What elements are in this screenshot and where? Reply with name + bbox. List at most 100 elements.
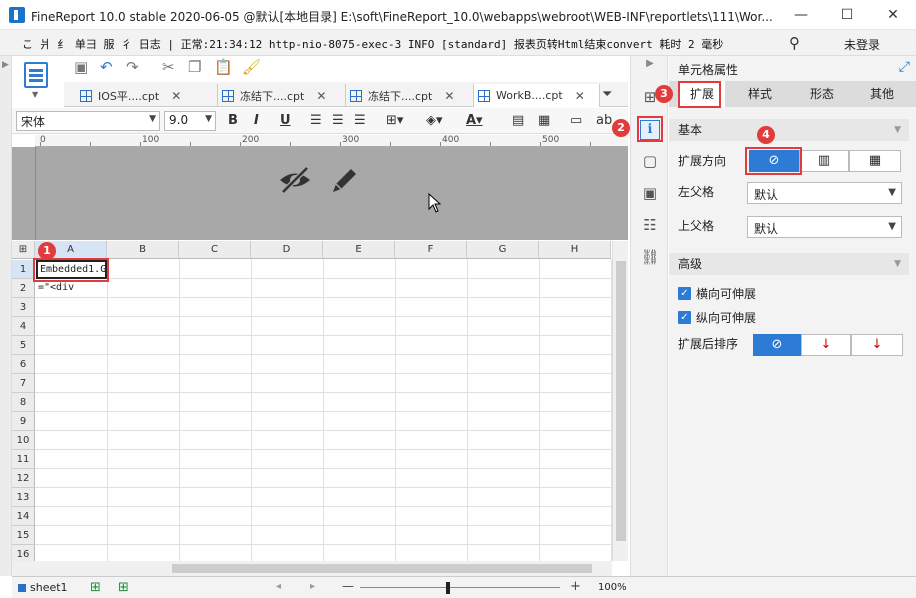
fill-color-icon[interactable]: ◈▾ xyxy=(426,113,443,128)
font-color-icon[interactable]: A▾ xyxy=(466,113,483,128)
tab-form[interactable]: 形态 xyxy=(799,81,845,107)
tab-other[interactable]: 其他 xyxy=(859,81,905,107)
row-header[interactable]: 16 xyxy=(12,545,35,561)
tab-3[interactable]: 冻结下....cpt ✕ xyxy=(346,84,474,107)
align-right-icon[interactable]: ☰ xyxy=(354,113,366,128)
row-header[interactable]: 13 xyxy=(12,488,35,507)
tab-close-icon[interactable]: ✕ xyxy=(444,89,454,103)
save-icon[interactable]: ▣ xyxy=(74,58,88,76)
row-header[interactable]: 3 xyxy=(12,298,35,317)
tab-4-active[interactable]: WorkB....cpt ✕ xyxy=(474,84,600,107)
row-header[interactable]: 14 xyxy=(12,507,35,526)
row-header[interactable]: 9 xyxy=(12,412,35,431)
unmerge-cells-icon[interactable]: ▦ xyxy=(538,113,550,128)
chevron-down-icon[interactable]: ▼ xyxy=(32,90,38,99)
tab-close-icon[interactable]: ✕ xyxy=(575,89,585,103)
column-header-h[interactable]: H xyxy=(539,241,611,259)
close-window-button[interactable]: ✕ xyxy=(870,0,916,30)
widget-icon[interactable]: ▢ xyxy=(640,152,660,172)
align-left-icon[interactable]: ☰ xyxy=(310,113,322,128)
zoom-slider-handle[interactable] xyxy=(446,582,450,594)
design-preview-area[interactable] xyxy=(12,147,628,240)
left-collapse-strip[interactable]: ▶ xyxy=(0,56,12,576)
tab-close-icon[interactable]: ✕ xyxy=(171,89,181,103)
zoom-level[interactable]: 100% xyxy=(598,582,627,593)
row-header[interactable]: 4 xyxy=(12,317,35,336)
scroll-thumb[interactable] xyxy=(616,261,626,541)
eye-hidden-icon[interactable] xyxy=(278,165,312,195)
search-icon[interactable]: ⚲ xyxy=(789,34,800,52)
row-header[interactable]: 2 xyxy=(12,279,35,298)
hyperlink-icon[interactable]: ⛓ xyxy=(640,248,660,268)
pin-icon[interactable]: ⤢ xyxy=(899,59,910,75)
column-header-f[interactable]: F xyxy=(395,241,467,259)
row-header[interactable]: 5 xyxy=(12,336,35,355)
cut-icon[interactable]: ✂ xyxy=(162,58,175,76)
spreadsheet-grid[interactable]: ⊞ A B C D E F G H 1 2 3 4 5 6 7 8 9 10 1… xyxy=(12,241,612,561)
column-header-b[interactable]: B xyxy=(107,241,179,259)
zoom-out-button[interactable]: — xyxy=(342,579,354,593)
vertical-expand-button[interactable]: ▥ xyxy=(799,150,849,172)
vertical-scrollbar[interactable] xyxy=(612,241,628,561)
condition-icon[interactable]: ▣ xyxy=(640,184,660,204)
tab-menu-icon[interactable]: ⏷ xyxy=(602,87,612,102)
font-family-select[interactable]: 宋体 ▼ xyxy=(16,111,160,131)
column-header-c[interactable]: C xyxy=(179,241,251,259)
top-parent-select[interactable]: 默认 ▼ xyxy=(747,216,902,238)
corner-cell[interactable]: ⊞ xyxy=(12,241,35,259)
no-sort-button[interactable]: ⊘ xyxy=(753,334,801,356)
row-header[interactable]: 8 xyxy=(12,393,35,412)
maximize-button[interactable]: ☐ xyxy=(824,0,870,30)
zoom-in-button[interactable]: + xyxy=(570,579,581,594)
edit-pencil-icon[interactable] xyxy=(330,165,360,195)
tab-style[interactable]: 样式 xyxy=(737,81,783,107)
row-header[interactable]: 15 xyxy=(12,526,35,545)
redo-icon[interactable]: ↷ xyxy=(126,58,139,76)
sort-descending-button[interactable]: ↓ xyxy=(851,334,903,356)
underline-button[interactable]: U xyxy=(280,113,291,128)
merge-cells-icon[interactable]: ▤ xyxy=(512,113,524,128)
tab-2[interactable]: 冻结下....cpt ✕ xyxy=(218,84,346,107)
paste-icon[interactable]: 📋 xyxy=(214,58,233,76)
row-header[interactable]: 1 xyxy=(12,260,35,279)
tab-close-icon[interactable]: ✕ xyxy=(316,89,326,103)
wrap-icon[interactable]: ▭ xyxy=(570,113,582,128)
cell-list-icon[interactable]: ☷ xyxy=(640,216,660,236)
login-link[interactable]: 未登录 xyxy=(844,36,880,53)
scroll-right-icon[interactable]: ▸ xyxy=(310,581,315,592)
font-size-select[interactable]: 9.0 ▼ xyxy=(164,111,216,131)
column-header-e[interactable]: E xyxy=(323,241,395,259)
column-header-g[interactable]: G xyxy=(467,241,539,259)
undo-icon[interactable]: ↶ xyxy=(100,58,113,76)
sort-ascending-button[interactable]: ↓ xyxy=(801,334,851,356)
scroll-thumb[interactable] xyxy=(172,564,592,573)
template-icon[interactable]: ▼ xyxy=(24,60,50,100)
border-icon[interactable]: ⊞▾ xyxy=(386,113,403,128)
horizontal-expand-button[interactable]: ▦ xyxy=(849,150,901,172)
column-header-d[interactable]: D xyxy=(251,241,323,259)
section-basic[interactable]: 基本 ▼ xyxy=(669,119,909,141)
row-header[interactable]: 11 xyxy=(12,450,35,469)
copy-icon[interactable]: ❐ xyxy=(188,58,201,76)
tab-1[interactable]: IOS平....cpt ✕ xyxy=(76,84,218,107)
add-sheet-icon[interactable]: ⊞ xyxy=(90,580,101,595)
horizontal-stretch-checkbox[interactable]: ✓ 横向可伸展 xyxy=(678,285,756,302)
row-header[interactable]: 12 xyxy=(12,469,35,488)
horizontal-scrollbar[interactable] xyxy=(12,561,612,576)
section-advanced[interactable]: 高级 ▼ xyxy=(669,253,909,275)
bold-button[interactable]: B xyxy=(228,113,238,128)
add-report-sheet-icon[interactable]: ⊞ xyxy=(118,580,129,595)
italic-button[interactable]: I xyxy=(254,113,259,128)
zoom-slider-track[interactable] xyxy=(360,587,560,588)
row-header[interactable]: 10 xyxy=(12,431,35,450)
left-parent-select[interactable]: 默认 ▼ xyxy=(747,182,902,204)
format-painter-icon[interactable]: 🖌 xyxy=(242,58,261,76)
scroll-left-icon[interactable]: ◂ xyxy=(276,581,281,592)
expand-arrow-icon[interactable]: ▶ xyxy=(2,60,9,70)
collapse-arrow-icon[interactable]: ▶ xyxy=(640,58,660,78)
sheet-tab[interactable]: sheet1 xyxy=(18,581,68,594)
row-header[interactable]: 7 xyxy=(12,374,35,393)
row-header[interactable]: 6 xyxy=(12,355,35,374)
align-center-icon[interactable]: ☰ xyxy=(332,113,344,128)
vertical-stretch-checkbox[interactable]: ✓ 纵向可伸展 xyxy=(678,309,756,326)
